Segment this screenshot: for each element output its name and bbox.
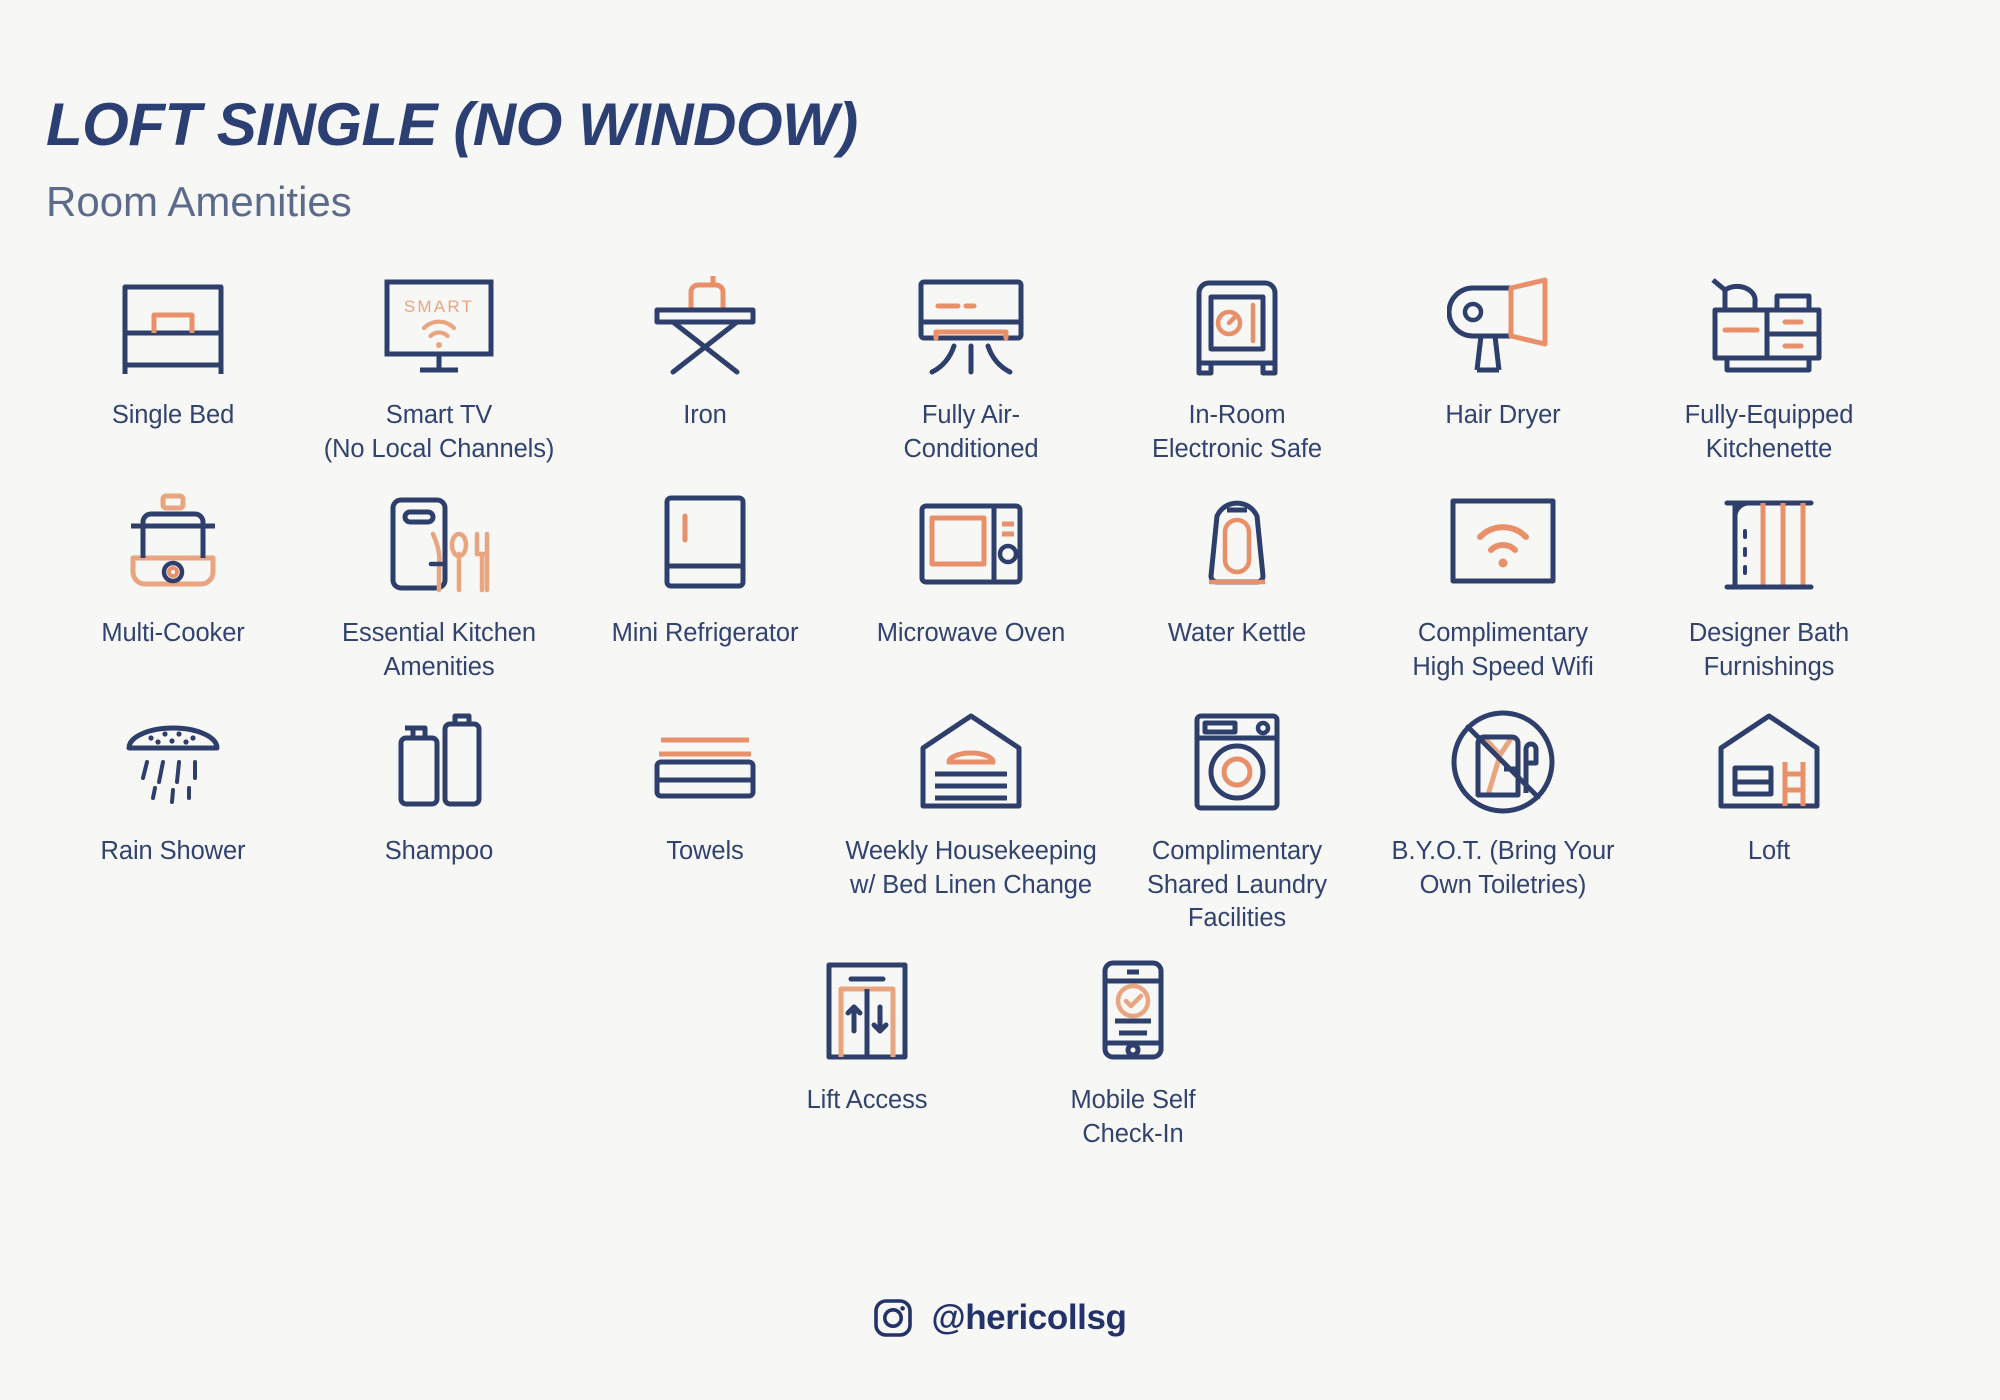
amenity-label: Single Bed <box>111 401 235 429</box>
amenity-laundry: Complimentary Shared Laundry Facilities <box>1104 703 1370 937</box>
amenity-rain-shower: Rain Shower <box>40 703 306 869</box>
amenity-label: Fully-Equipped Kitchenette <box>1684 401 1854 463</box>
amenity-label: Multi-Cooker <box>101 618 245 647</box>
amenity-label: Complimentary High Speed Wifi <box>1412 618 1594 681</box>
amenity-label: Microwave Oven <box>876 618 1066 647</box>
no-toiletries-icon <box>1433 703 1573 821</box>
amenities-row: Lift Access Mobile Self Check-In <box>40 952 1960 1152</box>
amenities-row: Single Bed SMART Smart TV (No Local Chan… <box>40 267 1960 467</box>
iron-icon <box>635 267 775 385</box>
amenity-label: Essential Kitchen Amenities <box>342 618 536 681</box>
amenity-multi-cooker: Multi-Cooker <box>40 485 306 651</box>
amenity-label: Fully Air- Conditioned <box>903 401 1039 463</box>
amenity-byot: B.Y.O.T. (Bring Your Own Toiletries) <box>1370 703 1636 903</box>
amenity-shampoo: Shampoo <box>306 703 572 869</box>
amenity-bath-furnishings: Designer Bath Furnishings <box>1636 485 1902 685</box>
amenity-loft: Loft <box>1636 703 1902 869</box>
smart-tv-icon: SMART <box>369 267 509 385</box>
single-bed-icon <box>103 267 243 385</box>
footer: @hericollsg <box>0 1298 2000 1338</box>
page-title: LOFT SINGLE (NO WINDOW) <box>46 91 858 158</box>
amenity-single-bed: Single Bed <box>40 267 306 433</box>
multi-cooker-icon <box>103 485 243 603</box>
mini-refrigerator-icon <box>635 485 775 603</box>
amenity-lift-access: Lift Access <box>734 952 1000 1118</box>
smart-tv-screen-text: SMART <box>404 297 474 316</box>
laundry-icon <box>1167 703 1307 821</box>
amenity-mobile-checkin: Mobile Self Check-In <box>1000 952 1266 1152</box>
lift-icon <box>797 952 937 1070</box>
amenity-label: Towels <box>666 836 744 865</box>
amenity-label: Hair Dryer <box>1445 401 1561 429</box>
amenity-kitchen-amenities: Essential Kitchen Amenities <box>306 485 572 685</box>
amenities-grid: Single Bed SMART Smart TV (No Local Chan… <box>0 267 2000 1152</box>
header: LOFT SINGLE (NO WINDOW) Room Amenities <box>0 0 2000 223</box>
safe-icon <box>1167 267 1307 385</box>
amenities-row: Rain Shower Shampoo Towels Weekly Housek… <box>40 703 1960 937</box>
amenity-housekeeping: Weekly Housekeeping w/ Bed Linen Change <box>838 703 1104 903</box>
amenity-water-kettle: Water Kettle <box>1104 485 1370 651</box>
amenity-label: Iron <box>683 401 727 429</box>
kitchenette-icon <box>1699 267 1839 385</box>
page-subtitle: Room Amenities <box>46 178 352 225</box>
amenity-label: Weekly Housekeeping w/ Bed Linen Change <box>845 836 1097 899</box>
amenity-label: In-Room Electronic Safe <box>1151 401 1322 463</box>
amenity-label: Complimentary Shared Laundry Facilities <box>1146 836 1328 933</box>
amenity-iron: Iron <box>572 267 838 433</box>
amenity-towels: Towels <box>572 703 838 869</box>
amenity-label: B.Y.O.T. (Bring Your Own Toiletries) <box>1391 836 1615 899</box>
rain-shower-icon <box>103 703 243 821</box>
amenity-label: Rain Shower <box>100 836 246 865</box>
mobile-checkin-icon <box>1063 952 1203 1070</box>
bath-furnishings-icon <box>1699 485 1839 603</box>
amenity-label: Water Kettle <box>1167 618 1307 647</box>
air-conditioner-icon <box>901 267 1041 385</box>
kitchen-utensils-icon <box>369 485 509 603</box>
loft-icon <box>1699 703 1839 821</box>
amenity-label: Lift Access <box>806 1086 928 1115</box>
amenity-air-conditioned: Fully Air- Conditioned <box>838 267 1104 467</box>
amenity-mini-refrigerator: Mini Refrigerator <box>572 485 838 651</box>
water-kettle-icon <box>1167 485 1307 603</box>
amenity-electronic-safe: In-Room Electronic Safe <box>1104 267 1370 467</box>
amenity-hair-dryer: Hair Dryer <box>1370 267 1636 433</box>
hair-dryer-icon <box>1433 267 1573 385</box>
amenity-microwave-oven: Microwave Oven <box>838 485 1104 651</box>
microwave-oven-icon <box>901 485 1041 603</box>
amenity-wifi: Complimentary High Speed Wifi <box>1370 485 1636 685</box>
amenity-label: Shampoo <box>384 836 494 865</box>
shampoo-icon <box>369 703 509 821</box>
amenity-kitchenette: Fully-Equipped Kitchenette <box>1636 267 1902 467</box>
amenity-label: Designer Bath Furnishings <box>1688 618 1850 681</box>
instagram-handle[interactable]: @hericollsg <box>931 1298 1126 1338</box>
amenity-label: Loft <box>1747 836 1791 865</box>
amenity-label: Mini Refrigerator <box>611 618 799 647</box>
housekeeping-icon <box>901 703 1041 821</box>
amenities-poster: LOFT SINGLE (NO WINDOW) Room Amenities S… <box>0 0 2000 1400</box>
instagram-icon[interactable] <box>873 1298 913 1338</box>
towels-icon <box>635 703 775 821</box>
amenity-label: Smart TV (No Local Channels) <box>323 401 555 463</box>
wifi-icon <box>1433 485 1573 603</box>
amenities-row: Multi-Cooker Essential Kitchen Amenities… <box>40 485 1960 685</box>
amenity-label: Mobile Self Check-In <box>1070 1086 1196 1149</box>
amenity-smart-tv: SMART Smart TV (No Local Channels) <box>306 267 572 467</box>
